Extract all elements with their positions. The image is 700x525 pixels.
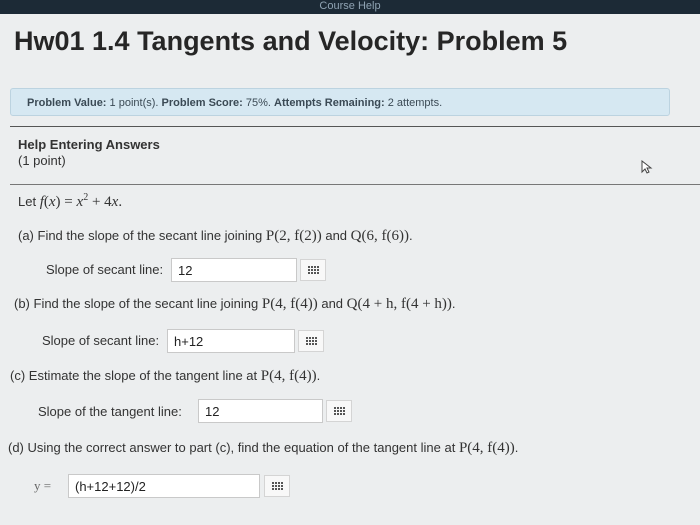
part-c-end: . <box>316 368 321 383</box>
problem-score-label: Problem Score: <box>161 97 243 109</box>
part-b-end: . <box>451 296 456 311</box>
equation-editor-icon-b[interactable] <box>298 330 324 352</box>
function-formula: f(x) = x2 + 4x. <box>39 192 123 210</box>
part-b-text: (b) Find the slope of the secant line jo… <box>14 296 259 311</box>
intro-prefix: Let <box>18 194 37 209</box>
part-c-question: (c) Estimate the slope of the tangent li… <box>10 368 320 385</box>
problem-value: 1 point(s). <box>109 97 159 109</box>
part-d-end: . <box>514 440 519 455</box>
function-definition: Let f(x) = x2 + 4x. <box>18 192 122 211</box>
part-b-question: (b) Find the slope of the secant line jo… <box>14 296 456 313</box>
part-c-label: Slope of the tangent line: <box>38 404 182 419</box>
part-a-point-q: Q(6, f(6)) <box>350 228 409 244</box>
problem-value-label: Problem Value: <box>27 97 107 109</box>
part-c-point-p: P(4, f(4)) <box>260 368 317 384</box>
part-a-label: Slope of secant line: <box>46 262 164 277</box>
part-a-question: (a) Find the slope of the secant line jo… <box>18 228 413 245</box>
attempts-remaining: 2 attempts. <box>387 97 443 109</box>
top-nav-text[interactable]: Course Help <box>319 0 380 12</box>
mouse-cursor-icon <box>641 160 653 174</box>
part-b-answer-input[interactable] <box>167 329 295 353</box>
attempts-label: Attempts Remaining: <box>274 97 385 109</box>
part-b-point-p: P(4, f(4)) <box>261 296 318 312</box>
part-a-end: . <box>408 228 413 243</box>
part-c-text: (c) Estimate the slope of the tangent li… <box>10 368 258 383</box>
part-d-answer-input[interactable] <box>68 474 260 498</box>
problem-status-bar: Problem Value: 1 point(s). Problem Score… <box>10 88 670 116</box>
page-title: Hw01 1.4 Tangents and Velocity: Problem … <box>14 26 568 56</box>
part-d-label: y = <box>34 478 52 493</box>
top-nav-bar: Course Help <box>0 0 700 14</box>
part-b-point-q: Q(4 + h, f(4 + h)) <box>346 296 452 312</box>
part-a-answer-input[interactable] <box>171 258 297 282</box>
divider-bottom <box>10 184 700 185</box>
part-c-answer-input[interactable] <box>198 399 323 423</box>
part-d-question: (d) Using the correct answer to part (c)… <box>8 440 518 457</box>
part-d-text: (d) Using the correct answer to part (c)… <box>8 440 456 455</box>
equation-editor-icon-d[interactable] <box>264 475 290 497</box>
equation-editor-icon-a[interactable] <box>300 259 326 281</box>
part-b-and: and <box>321 296 344 311</box>
points-label: (1 point) <box>18 153 66 168</box>
part-a-and: and <box>325 228 348 243</box>
problem-score: 75%. <box>245 97 271 109</box>
part-a-point-p: P(2, f(2)) <box>265 228 322 244</box>
part-a-text: (a) Find the slope of the secant line jo… <box>18 228 263 243</box>
help-entering-answers-link[interactable]: Help Entering Answers <box>18 137 160 152</box>
part-d-point-p: P(4, f(4)) <box>458 440 515 456</box>
divider-top <box>10 126 700 127</box>
part-b-label: Slope of secant line: <box>42 333 160 348</box>
equation-editor-icon-c[interactable] <box>326 400 352 422</box>
